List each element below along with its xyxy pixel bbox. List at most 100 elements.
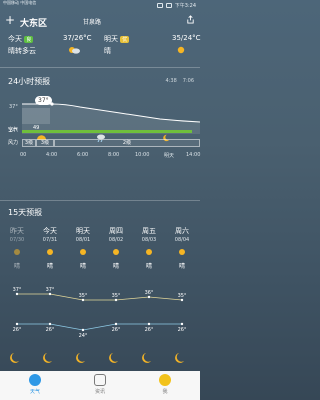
temp-point	[48, 322, 52, 326]
day-condition: 晴	[46, 263, 53, 270]
hourly-chart[interactable]: 37° 37° 24° 空气 49 风力 3级 3级 2级 00 4:00 6:…	[0, 90, 200, 202]
temp-label: 26°	[112, 327, 121, 333]
hour-time-row: 00 4:00 6:00 8:00 10:00 明天 14:00	[0, 152, 200, 160]
day-column[interactable]: 周四 08/02 晴	[101, 226, 131, 270]
divider	[0, 200, 200, 201]
today-aqi-badge: 良	[24, 35, 34, 43]
add-city-icon[interactable]: +	[5, 14, 15, 26]
location-subtitle: 甘泉路	[83, 19, 102, 26]
temp-point	[180, 322, 184, 326]
temp-label: 26°	[145, 327, 154, 333]
temp-point	[114, 298, 118, 302]
temp-point	[114, 322, 118, 326]
day-date: 08/01	[75, 237, 91, 243]
news-tab-icon	[94, 374, 106, 386]
temp-point	[15, 292, 19, 296]
moon-icon	[10, 353, 19, 363]
day-name: 周五	[142, 227, 156, 235]
battery-icon	[165, 3, 172, 8]
day-name: 明天	[76, 227, 90, 235]
tomorrow-sun-icon	[176, 45, 186, 57]
sun-icon	[179, 249, 185, 255]
day-condition: 晴	[79, 263, 86, 270]
day-name: 周四	[109, 227, 123, 235]
low-temp-line	[17, 323, 182, 331]
top-header: + 大东区 甘泉路	[0, 12, 200, 30]
temp-label: 37°	[13, 287, 22, 293]
wind-row: 风力 3级 3级 2级	[0, 139, 200, 149]
aqi-label: 空气	[8, 127, 19, 133]
day-column[interactable]: 昨天 07/30 晴	[2, 226, 32, 270]
today-cloud-icon	[68, 46, 80, 56]
temp-label: 35°	[112, 293, 121, 299]
sunset-time: 7:06	[182, 78, 194, 84]
tab-news[interactable]: 资讯	[85, 374, 115, 395]
current-temp-bubble: 37°	[35, 96, 52, 105]
today-desc: 晴转多云	[8, 47, 36, 55]
temp-label: 26°	[178, 327, 187, 333]
moon-icon	[109, 353, 118, 363]
day-date: 07/31	[42, 237, 58, 243]
wind-level-2: 3级	[36, 139, 54, 147]
tab-label: 我	[162, 389, 168, 395]
clock-text: 下午3:24	[174, 3, 196, 9]
wind-label: 风力	[8, 140, 19, 146]
sun-icon	[146, 249, 152, 255]
temp-label: 26°	[13, 327, 22, 333]
day-condition: 晴	[178, 263, 185, 270]
today-tomorrow-strip: 今天 良 37/26°C 晴转多云 明天 优 35/24°C 晴	[0, 34, 201, 64]
divider	[0, 67, 200, 68]
hourly-title: 24小时预报	[8, 77, 51, 86]
temp-label: 24°	[79, 333, 88, 339]
time-label: 8:00	[108, 152, 120, 158]
temp-label: 35°	[178, 293, 187, 299]
day-name: 昨天	[10, 227, 24, 235]
bottom-tab-bar: 天气 资讯 我	[0, 371, 200, 400]
moon-icon	[142, 353, 151, 363]
tomorrow-aqi-badge: 优	[120, 35, 130, 43]
wind-level-3: 2级	[54, 139, 200, 147]
temp-label: 35°	[79, 293, 88, 299]
sun-icon	[47, 249, 53, 255]
sun-icon	[113, 249, 119, 255]
today-range: 37/26°C	[63, 34, 92, 42]
wind-level-1: 3级	[22, 139, 36, 147]
share-icon[interactable]	[186, 15, 195, 27]
time-label: 10:00	[135, 152, 150, 158]
time-label: 明天	[164, 153, 175, 159]
temp-point	[180, 298, 184, 302]
high-temp-line	[17, 293, 183, 301]
day-column[interactable]: 周五 08/03 晴	[134, 226, 164, 270]
day-column[interactable]: 周六 08/04 晴	[167, 226, 197, 270]
today-label: 今天	[8, 35, 22, 43]
tab-me[interactable]: 我	[150, 374, 180, 395]
status-bar: 中国移动 中国电信 下午3:24	[0, 0, 200, 12]
day-condition: 晴	[112, 263, 119, 270]
tomorrow-range: 35/24°C	[172, 34, 201, 42]
temp-point	[15, 322, 19, 326]
time-label: 14:00	[186, 152, 201, 158]
aqi-bar	[22, 130, 192, 133]
day-date: 08/03	[141, 237, 157, 243]
me-tab-icon	[159, 374, 171, 386]
y-label-high: 37°	[9, 104, 18, 110]
temp-point	[147, 322, 151, 326]
temp-label: 37°	[46, 287, 55, 293]
day-column[interactable]: 明天 08/01 晴	[68, 226, 98, 270]
day-column[interactable]: 今天 07/31 晴	[35, 226, 65, 270]
time-label: 00	[20, 152, 27, 158]
tomorrow-label: 明天	[104, 35, 118, 43]
sun-icon	[80, 249, 86, 255]
temp-point	[48, 292, 52, 296]
temp-point	[81, 298, 85, 302]
tab-weather[interactable]: 天气	[20, 374, 50, 395]
moon-icon	[76, 353, 85, 363]
tab-label: 天气	[29, 389, 40, 395]
aqi-row: 空气 49	[0, 125, 200, 136]
tab-label: 资讯	[94, 389, 105, 395]
city-title: 大东区	[20, 19, 48, 29]
day-name: 周六	[175, 227, 189, 235]
day-date: 08/04	[174, 237, 190, 243]
night-icons-row	[0, 351, 200, 365]
day-date: 08/02	[108, 237, 124, 243]
